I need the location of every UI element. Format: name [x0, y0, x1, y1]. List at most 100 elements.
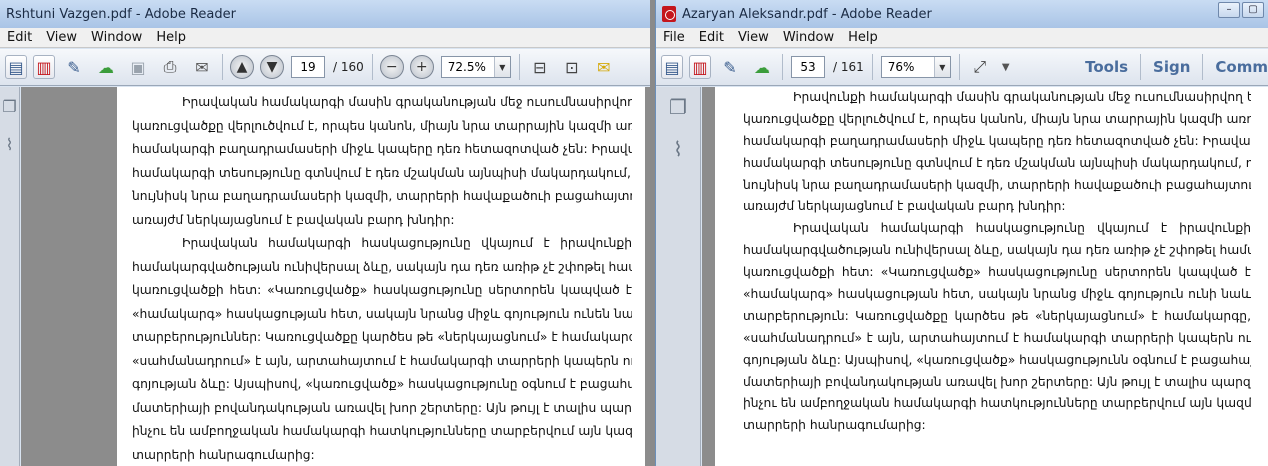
right-document-page: Իրավունքի համակարգի մասին գրականության մ…	[715, 87, 1268, 466]
text-line: մատերիայի բովանդակության առավել խոր շերտ…	[132, 400, 632, 415]
right-toolbar-divider	[958, 54, 960, 80]
left-toolbar-divider	[222, 54, 223, 80]
left-zoom-in-icon[interactable]: +	[409, 55, 434, 79]
right-toolbar-divider	[1140, 54, 1142, 80]
right-reader-window: Azaryan Aleksandr.pdf - Adobe Reader – ▢…	[655, 0, 1268, 466]
minimize-icon[interactable]: –	[1218, 2, 1240, 18]
text-line: տարբերություններ: Կառուցվածքը կարծես թե …	[132, 330, 632, 344]
left-titlebar: Rshtuni Vazgen.pdf - Adobe Reader	[0, 0, 650, 28]
attachments-icon[interactable]: ⌇	[669, 137, 687, 161]
left-navigation-pane: ❐ ⌇	[0, 87, 20, 466]
text-line: համակարգի բաղադրամասերի միջև կապերը դեռ …	[743, 133, 1251, 148]
left-zoom-out-icon[interactable]: −	[379, 55, 404, 79]
left-fit-page-icon[interactable]: ⊟	[527, 54, 553, 80]
left-edit-icon[interactable]: ✎	[61, 54, 87, 80]
left-document-page: Իրավական համակարգի մասին գրականության մե…	[117, 87, 645, 466]
left-page-number-field[interactable]: 19	[291, 56, 325, 78]
tools-link[interactable]: Tools	[1085, 58, 1128, 76]
left-menu-edit[interactable]: Edit	[0, 30, 39, 45]
pages-icon[interactable]: ❐	[1, 97, 19, 119]
text-line: կառուցվածքի հետ: «Կառուցվածք» հասկացությ…	[132, 283, 632, 297]
text-line: գոյության ձևը: Այսպիսով, «կառուցվածք» հա…	[743, 352, 1251, 367]
right-create-pdf-icon[interactable]: ▥	[689, 55, 711, 79]
text-line: կառուցվածքը վերլուծվում է, որպես կանոն, …	[132, 118, 632, 133]
right-toolbar-divider	[782, 54, 783, 80]
text-line: Իրավունքի համակարգի մասին գրականության մ…	[793, 90, 1251, 104]
left-menubar: Edit View Window Help	[0, 28, 650, 48]
left-zoom-value: 72.5%	[447, 60, 486, 74]
right-edit-icon[interactable]: ✎	[717, 54, 743, 80]
left-toolbar-divider	[518, 54, 520, 80]
left-comment-icon[interactable]: ✉	[591, 54, 617, 80]
right-page-number-field[interactable]: 53	[791, 56, 825, 78]
right-menu-edit[interactable]: Edit	[692, 30, 731, 45]
text-line: համակարգի բաղադրամասերի միջև կապերը դեռ …	[132, 142, 632, 156]
left-toolbar-divider	[371, 54, 373, 80]
left-print-icon[interactable]: ⎙	[157, 54, 183, 80]
right-upload-icon[interactable]: ☁	[749, 54, 775, 80]
right-toolbar-divider	[1202, 54, 1204, 80]
chevron-down-icon[interactable]: ▼	[933, 57, 950, 77]
right-page-text: Իրավունքի համակարգի մասին գրականության մ…	[743, 87, 1251, 437]
right-open-icon[interactable]: ▤	[661, 55, 683, 79]
left-page-text: Իրավական համակարգի մասին գրականության մե…	[132, 91, 632, 466]
text-line: Իրավական համակարգի հասկացությունը վկայու…	[182, 236, 632, 250]
left-next-page-icon[interactable]: ▼	[260, 55, 284, 79]
comment-link[interactable]: Comm	[1215, 58, 1268, 76]
left-menu-help[interactable]: Help	[149, 30, 193, 45]
right-page-total: / 161	[833, 60, 864, 74]
text-line: համակարգվածության ունիվերսալ ձևը, սակայն…	[743, 243, 1251, 258]
chevron-down-icon[interactable]: ▼	[493, 57, 510, 77]
left-page-total: / 160	[333, 60, 364, 74]
window-controls: – ▢	[1216, 2, 1264, 18]
right-menu-help[interactable]: Help	[841, 30, 885, 45]
right-menubar: File Edit View Window Help	[656, 28, 1268, 48]
text-line: Իրավական համակարգի մասին գրականության մե…	[182, 95, 632, 109]
right-toolbar-divider	[871, 54, 873, 80]
text-line: կառուցվածքի հետ: «Կառուցվածք» հասկացությ…	[743, 265, 1251, 280]
text-line: նույնիսկ նրա բաղադրամասերի կազմի, տարրեր…	[132, 189, 632, 203]
text-line: համակարգի տեսությունը գտնվում է դեռ մշակ…	[132, 165, 632, 180]
text-line: ինչու են ամբողջական համակարգի հատկությու…	[743, 396, 1251, 411]
text-line: «համակարգ» հասկացության հետ, սակայն նրան…	[132, 306, 632, 321]
left-create-pdf-icon[interactable]: ▥	[33, 55, 55, 79]
text-line: նույնիսկ նրա բաղադրամասերի կազմի, տարրեր…	[743, 177, 1251, 192]
left-open-icon[interactable]: ▤	[5, 55, 27, 79]
left-toolbar: ▤ ▥ ✎ ☁ ▣ ⎙ ✉ ▲ ▼ 19 / 160 − + 72.5% ▼ ⊟…	[0, 49, 650, 86]
right-zoom-value: 76%	[887, 60, 915, 74]
text-line: առայժմ ներկայացնում է բավական բարդ խնդիր…	[132, 212, 455, 227]
text-line: «համակարգ» հասկացության հետ, սակայն նրան…	[743, 287, 1251, 302]
text-line: տարրերի հանրագումարից:	[132, 447, 315, 462]
right-menu-view[interactable]: View	[731, 30, 776, 45]
left-prev-page-icon[interactable]: ▲	[230, 55, 254, 79]
text-line: համակարգի տեսությունը գտնվում է դեռ մշակ…	[743, 155, 1251, 170]
left-email-icon[interactable]: ✉	[189, 54, 215, 80]
text-line: տարբերություն: Կառուցվածքը կարծես թե «նե…	[743, 308, 1251, 323]
maximize-icon[interactable]: ▢	[1242, 2, 1264, 18]
text-line: համակարգվածության ունիվերսալ ձևը, սակայն…	[132, 259, 632, 274]
right-fullscreen-icon[interactable]: ⤢	[967, 54, 993, 80]
left-upload-icon[interactable]: ☁	[93, 54, 119, 80]
text-line: մատերիայի բովանդակության առավել խոր շերտ…	[743, 374, 1251, 389]
right-menu-file[interactable]: File	[656, 30, 692, 45]
left-zoom-select[interactable]: 72.5% ▼	[440, 56, 511, 78]
right-menu-window[interactable]: Window	[776, 30, 841, 45]
left-reader-window: Rshtuni Vazgen.pdf - Adobe Reader Edit V…	[0, 0, 650, 466]
attachments-icon[interactable]: ⌇	[1, 135, 19, 157]
left-menu-window[interactable]: Window	[84, 30, 149, 45]
left-window-title: Rshtuni Vazgen.pdf - Adobe Reader	[6, 6, 236, 22]
left-menu-view[interactable]: View	[39, 30, 84, 45]
right-toolbar: ▤ ▥ ✎ ☁ 53 / 161 76% ▼ ⤢ ▼ Tools Sign Co…	[656, 49, 1268, 86]
right-more-tools-icon[interactable]: ▼	[999, 54, 1013, 80]
left-save-icon[interactable]: ▣	[125, 54, 151, 80]
pages-icon[interactable]: ❐	[669, 95, 687, 119]
sign-link[interactable]: Sign	[1153, 58, 1190, 76]
text-line: ինչու են ամբողջական համակարգի հատկությու…	[132, 424, 632, 438]
text-line: կառուցվածքը վերլուծվում է, որպես կանոն, …	[743, 111, 1251, 126]
text-line: «սահմանադրում» է այն, արտահայտում է համա…	[743, 330, 1251, 345]
right-navigation-pane: ❐ ⌇	[656, 87, 701, 466]
text-line: առայժմ ներկայացնում է բավական բարդ խնդիր…	[743, 199, 1066, 214]
left-fit-width-icon[interactable]: ⊡	[559, 54, 585, 80]
text-line: Իրավական համակարգի հասկացությունը վկայու…	[793, 221, 1251, 236]
right-zoom-select[interactable]: 76% ▼	[880, 56, 951, 78]
